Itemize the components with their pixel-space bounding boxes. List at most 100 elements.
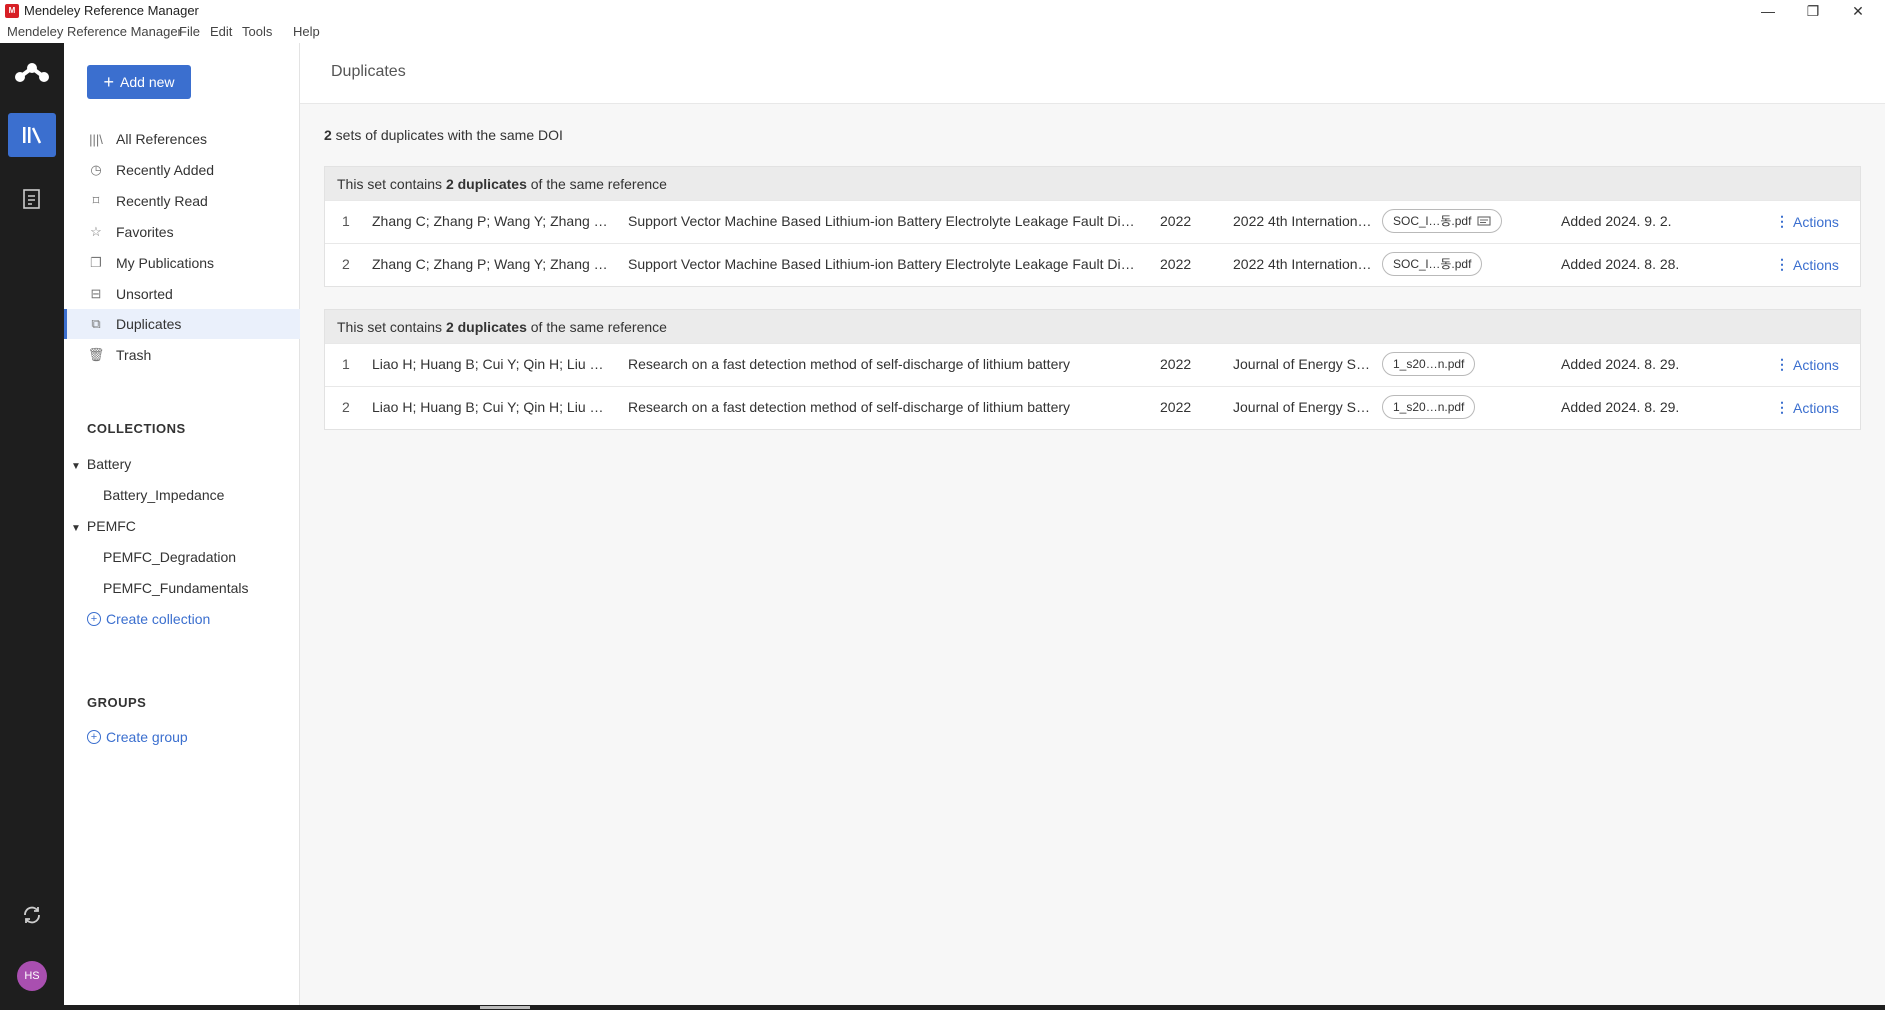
sidebar-item-duplicates[interactable]: ⧉ Duplicates <box>64 309 302 339</box>
row-year: 2022 <box>1160 213 1192 229</box>
table-row[interactable]: 2 Zhang C; Zhang P; Wang Y; Zhang L… Sup… <box>325 243 1860 286</box>
avatar[interactable]: HS <box>17 961 47 991</box>
actions-label: Actions <box>1793 213 1839 230</box>
sidebar-item-label: Unsorted <box>116 286 173 302</box>
collection-battery[interactable]: ▼ Battery <box>71 456 131 472</box>
sidebar-item-favorites[interactable]: ☆ Favorites <box>64 217 299 247</box>
sidebar-item-unsorted[interactable]: ⊟ Unsorted <box>64 279 299 309</box>
library-rail-button[interactable] <box>8 113 56 157</box>
menu-file[interactable]: File <box>179 24 200 39</box>
file-name: 1_s20…n.pdf <box>1393 400 1465 414</box>
menu-app[interactable]: Mendeley Reference Manager <box>7 24 182 39</box>
collection-pemfc-degradation[interactable]: PEMFC_Degradation <box>103 549 236 565</box>
sync-icon <box>24 906 40 924</box>
row-index: 1 <box>342 213 350 229</box>
duplicate-set: This set contains 2 duplicates of the sa… <box>324 309 1861 430</box>
actions-button[interactable]: ⋮ Actions <box>1775 399 1839 416</box>
caret-down-icon[interactable]: ▼ <box>71 523 81 534</box>
create-collection-link[interactable]: + Create collection <box>87 611 210 627</box>
sidebar-item-my-publications[interactable]: ❐ My Publications <box>64 248 299 278</box>
collection-pemfc[interactable]: ▼ PEMFC <box>71 518 136 534</box>
actions-button[interactable]: ⋮ Actions <box>1775 256 1839 273</box>
horizontal-scroll-thumb[interactable] <box>480 1006 530 1009</box>
publication-icon: ❐ <box>90 255 102 270</box>
mendeley-logo-icon[interactable] <box>14 61 50 85</box>
row-added-date: Added 2024. 8. 29. <box>1561 399 1680 415</box>
create-group-link[interactable]: + Create group <box>87 729 188 745</box>
row-authors: Liao H; Huang B; Cui Y; Qin H; Liu X;… <box>372 356 612 372</box>
mendeley-app-icon: M <box>5 4 19 18</box>
table-row[interactable]: 2 Liao H; Huang B; Cui Y; Qin H; Liu X;…… <box>325 386 1860 429</box>
notebook-rail-button[interactable] <box>18 185 46 213</box>
set-header: This set contains 2 duplicates of the sa… <box>325 310 1860 343</box>
collection-pemfc-fundamentals[interactable]: PEMFC_Fundamentals <box>103 580 249 596</box>
row-added-date: Added 2024. 8. 29. <box>1561 356 1680 372</box>
duplicates-summary: 2 sets of duplicates with the same DOI <box>324 127 563 143</box>
minimize-button[interactable]: — <box>1745 0 1791 22</box>
close-button[interactable]: ✕ <box>1835 0 1881 22</box>
add-new-button[interactable]: + Add new <box>87 65 191 99</box>
row-publication: 2022 4th Internation… <box>1233 256 1372 272</box>
menu-edit[interactable]: Edit <box>210 24 232 39</box>
sidebar: + Add new |||\ All References ◷ Recently… <box>64 43 302 1005</box>
actions-button[interactable]: ⋮ Actions <box>1775 356 1839 373</box>
duplicates-icon: ⧉ <box>91 316 101 331</box>
summary-count: 2 <box>324 127 332 143</box>
plus-circle-icon: + <box>87 730 101 744</box>
row-authors: Liao H; Huang B; Cui Y; Qin H; Liu X;… <box>372 399 612 415</box>
row-authors: Zhang C; Zhang P; Wang Y; Zhang L… <box>372 256 612 272</box>
table-row[interactable]: 1 Zhang C; Zhang P; Wang Y; Zhang L… Sup… <box>325 200 1860 243</box>
sidebar-item-label: Recently Added <box>116 162 215 178</box>
set-header: This set contains 2 duplicates of the sa… <box>325 167 1860 200</box>
sync-button[interactable] <box>18 901 46 929</box>
plus-icon: + <box>103 71 115 92</box>
set-header-text: of the same reference <box>530 175 667 192</box>
row-title: Support Vector Machine Based Lithium-ion… <box>628 213 1140 229</box>
create-group-label: Create group <box>106 729 188 745</box>
menu-bar: Mendeley Reference Manager File Edit Too… <box>0 22 320 42</box>
window-bottom-border <box>0 1005 1885 1010</box>
note-icon <box>1477 215 1491 226</box>
menu-help[interactable]: Help <box>293 24 320 39</box>
restore-button[interactable]: ❐ <box>1790 0 1836 22</box>
actions-label: Actions <box>1793 399 1839 416</box>
caret-down-icon[interactable]: ▼ <box>71 461 81 472</box>
file-chip[interactable]: 1_s20…n.pdf <box>1382 352 1476 376</box>
file-chip[interactable]: SOC_l…동.pdf <box>1382 252 1483 276</box>
actions-label: Actions <box>1793 256 1839 273</box>
inbox-icon: ⊟ <box>90 286 102 301</box>
sidebar-item-all-references[interactable]: |||\ All References <box>64 124 299 154</box>
row-publication: Journal of Energy St… <box>1233 399 1373 415</box>
row-index: 2 <box>342 256 350 272</box>
set-header-text: This set contains <box>337 318 443 335</box>
create-collection-label: Create collection <box>106 611 211 627</box>
groups-heading: GROUPS <box>87 695 147 710</box>
table-row[interactable]: 1 Liao H; Huang B; Cui Y; Qin H; Liu X;…… <box>325 343 1860 386</box>
collection-battery-impedance[interactable]: Battery_Impedance <box>103 487 224 503</box>
actions-button[interactable]: ⋮ Actions <box>1775 213 1839 230</box>
kebab-icon: ⋮ <box>1775 213 1789 229</box>
row-year: 2022 <box>1160 356 1192 372</box>
sidebar-item-label: My Publications <box>116 255 215 271</box>
file-chip[interactable]: 1_s20…n.pdf <box>1382 395 1476 419</box>
collections-heading: COLLECTIONS <box>87 421 186 436</box>
sidebar-item-label: Favorites <box>116 224 174 240</box>
summary-text: sets of duplicates with the same DOI <box>331 127 563 143</box>
collection-label: PEMFC <box>86 518 136 534</box>
sidebar-item-label: Trash <box>116 347 152 363</box>
row-index: 1 <box>342 356 350 372</box>
sidebar-item-trash[interactable]: 🗑 Trash <box>64 340 299 370</box>
trash-icon: 🗑 <box>87 347 105 362</box>
page-title: Duplicates <box>331 63 406 80</box>
menu-tools[interactable]: Tools <box>242 24 272 39</box>
set-header-text: This set contains <box>337 175 443 192</box>
sidebar-item-recently-read[interactable]: ⌑ Recently Read <box>64 186 299 216</box>
title-bar: M Mendeley Reference Manager — ❐ ✕ <box>0 0 1885 22</box>
actions-label: Actions <box>1793 356 1839 373</box>
clock-icon: ◷ <box>90 162 102 177</box>
sidebar-item-recently-added[interactable]: ◷ Recently Added <box>64 155 299 185</box>
file-chip[interactable]: SOC_l…동.pdf <box>1382 209 1503 233</box>
add-new-label: Add new <box>120 74 175 90</box>
kebab-icon: ⋮ <box>1775 356 1789 372</box>
library-icon: |||\ <box>89 131 103 147</box>
